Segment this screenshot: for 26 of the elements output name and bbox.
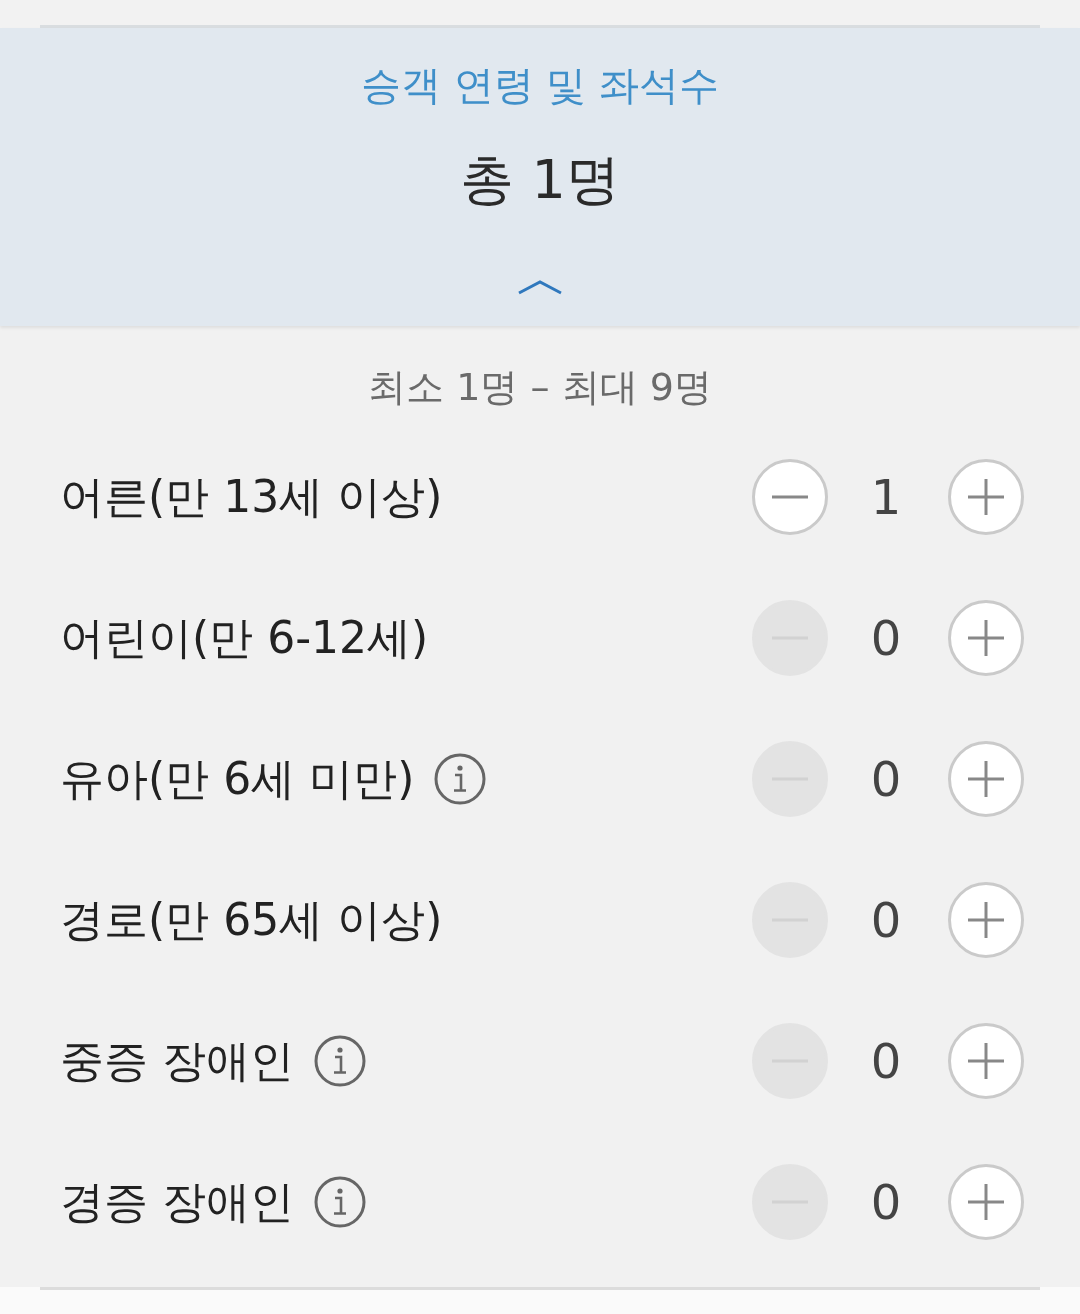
passenger-count: 0 — [869, 890, 903, 950]
info-icon[interactable] — [314, 1175, 366, 1228]
panel-title: 승객 연령 및 좌석수 — [360, 61, 720, 110]
plus-icon — [966, 899, 1006, 940]
plus-icon — [966, 476, 1006, 517]
passenger-range-text: 최소 1명 – 최대 9명 — [368, 364, 712, 411]
info-icon[interactable] — [434, 752, 487, 805]
plus-icon — [966, 1040, 1006, 1081]
plus-icon — [966, 1181, 1006, 1222]
passenger-count: 0 — [869, 1172, 903, 1232]
passenger-count: 1 — [869, 467, 903, 527]
passenger-type-label: 경로(만 65세 이상) — [60, 892, 443, 947]
plus-icon — [966, 617, 1006, 658]
plus-icon — [966, 758, 1006, 799]
passenger-type-label: 어린이(만 6-12세) — [60, 610, 429, 665]
passenger-count: 0 — [869, 749, 903, 809]
passenger-type-label: 유아(만 6세 미만) — [60, 751, 415, 806]
info-icon[interactable] — [314, 1034, 366, 1087]
passenger-type-label: 경증 장애인 — [60, 1174, 294, 1229]
passenger-total: 총 1명 — [460, 147, 620, 213]
passenger-count: 0 — [869, 1031, 903, 1091]
passenger-type-label: 어른(만 13세 이상) — [60, 469, 443, 524]
chevron-icon[interactable] — [517, 279, 563, 295]
passenger-count: 0 — [869, 608, 903, 668]
minus-icon — [770, 494, 810, 499]
passenger-type-label: 중증 장애인 — [60, 1033, 294, 1088]
